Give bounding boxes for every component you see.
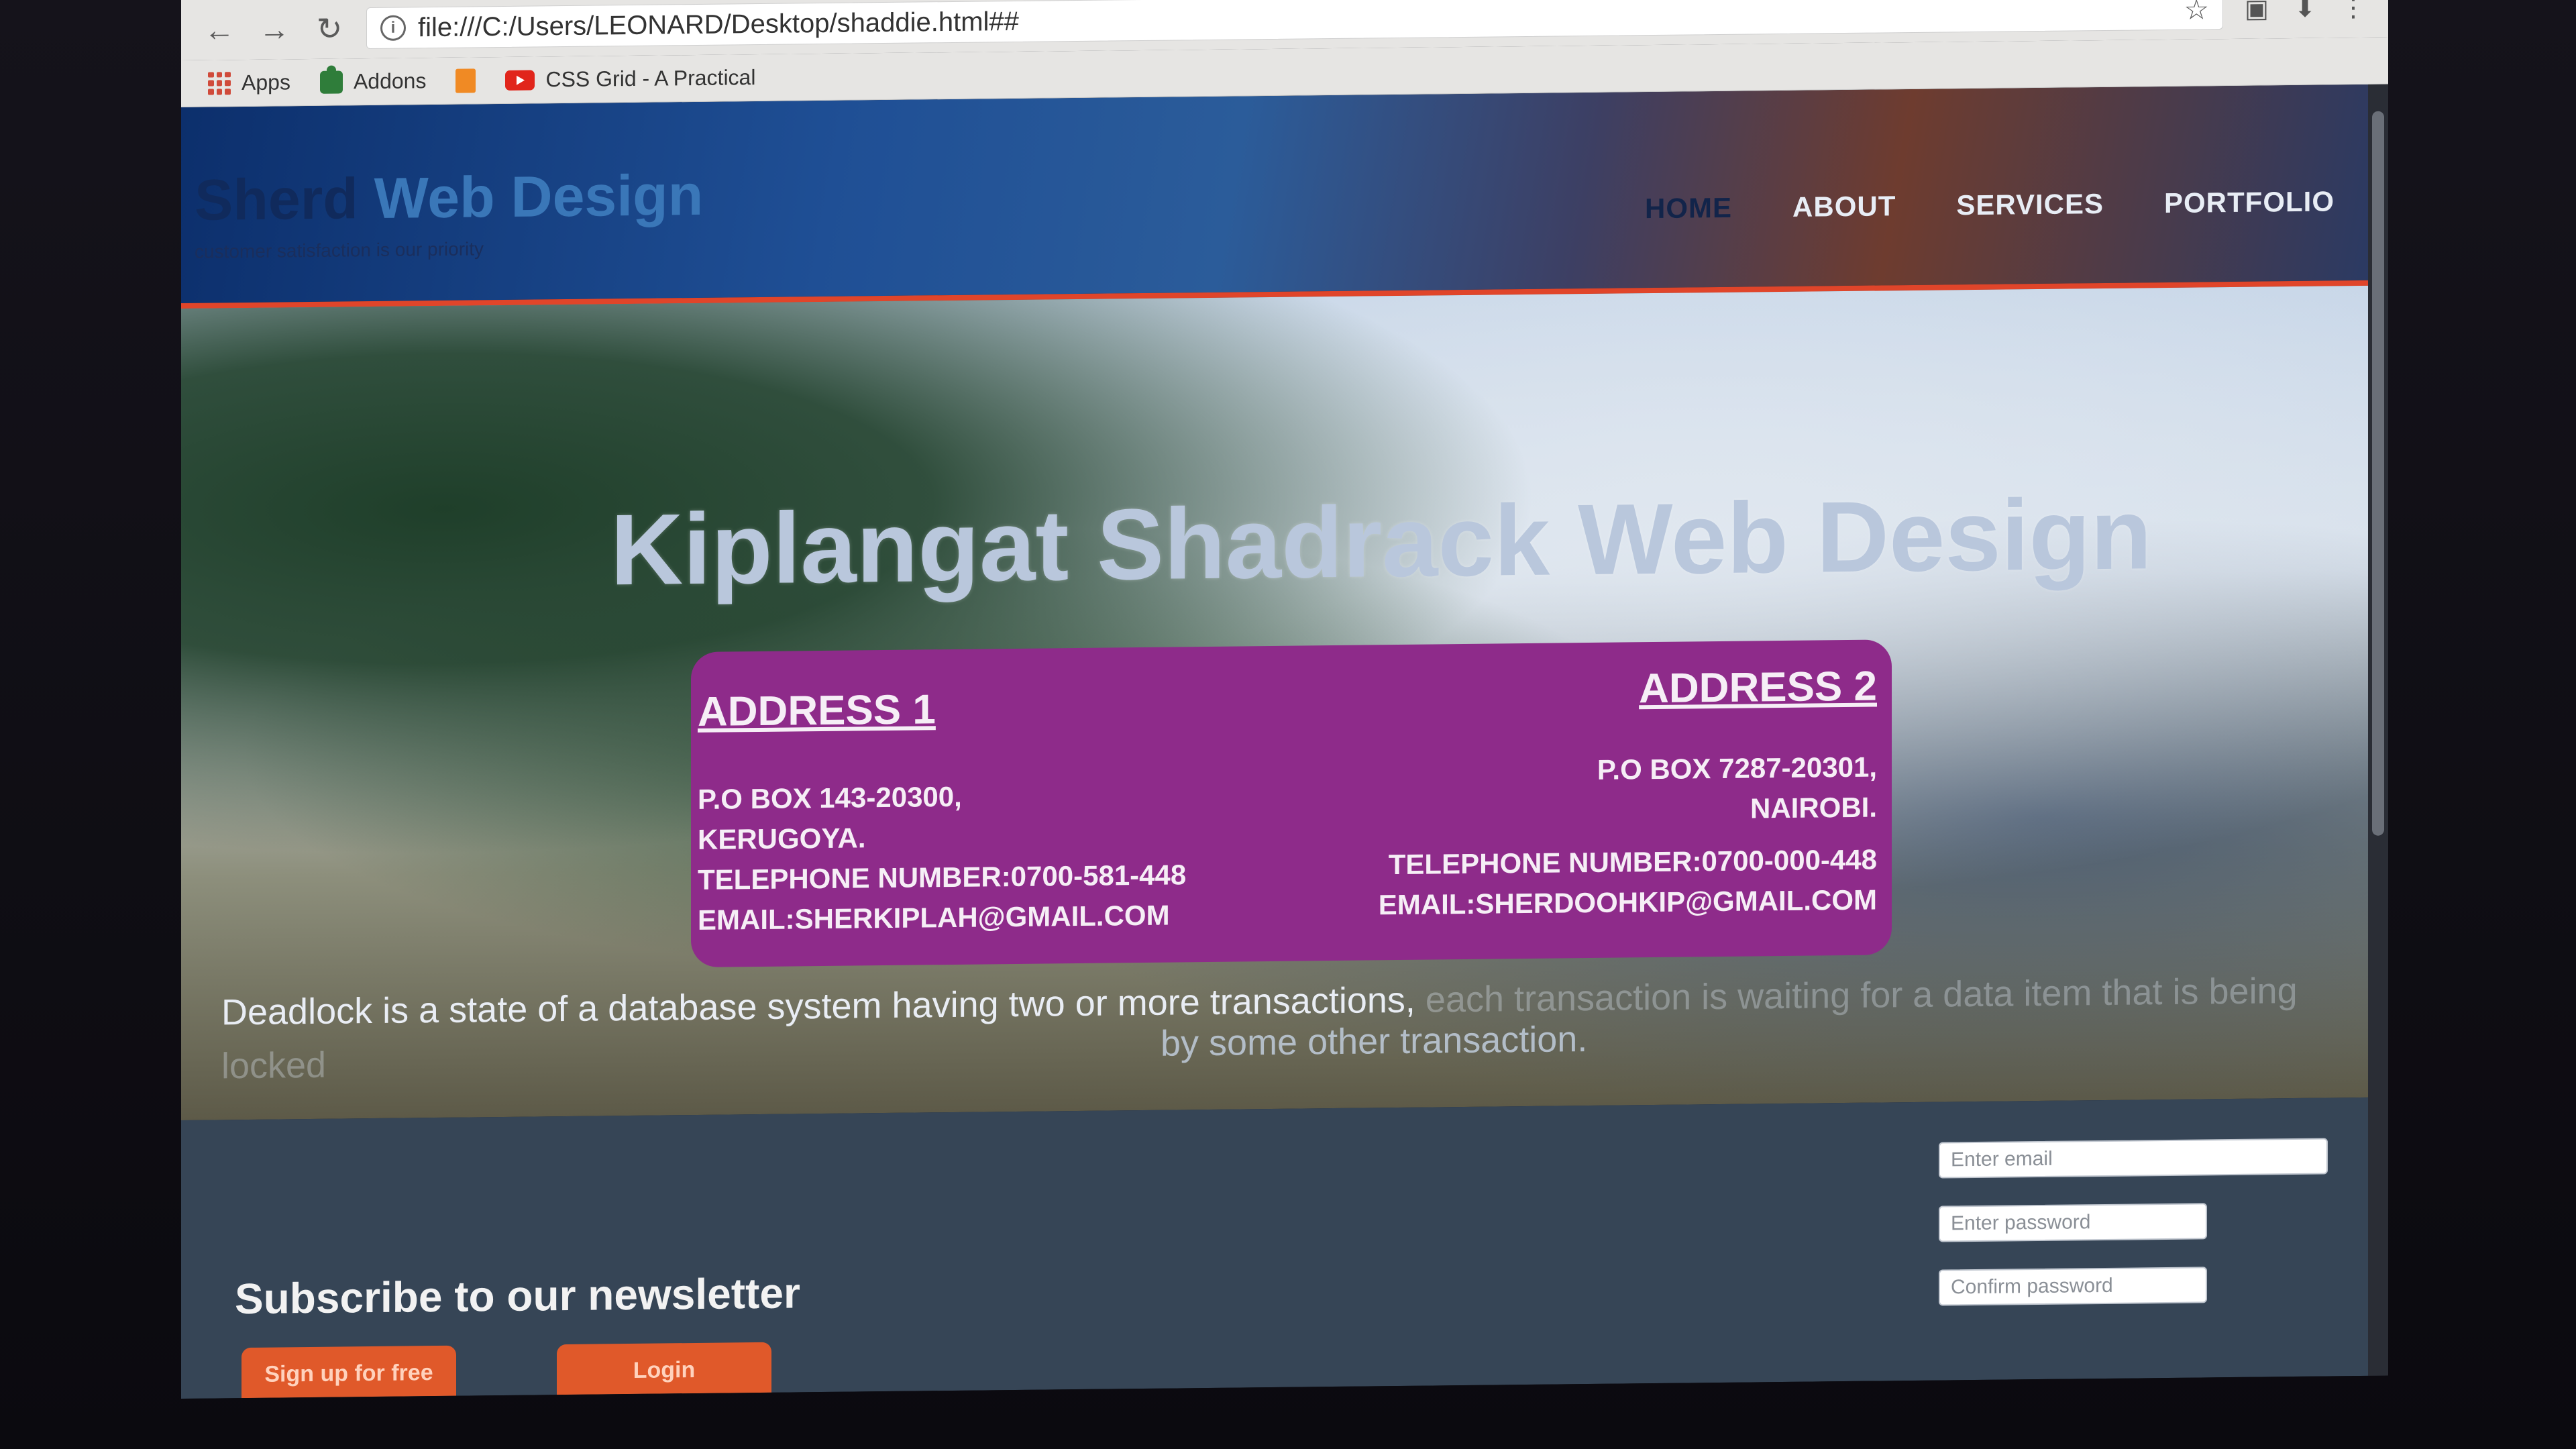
screen: ← → ↻ i file:///C:/Users/LEONARD/Desktop…: [181, 0, 2388, 1399]
monitor-bezel: ← → ↻ i file:///C:/Users/LEONARD/Desktop…: [0, 0, 2576, 1449]
nav-services[interactable]: SERVICES: [1956, 188, 2104, 221]
brand-prefix: Sherd: [195, 166, 358, 233]
bookmark-apps[interactable]: Apps: [208, 70, 290, 95]
reload-icon[interactable]: ↻: [311, 10, 347, 47]
signup-button[interactable]: Sign up for free: [241, 1345, 456, 1399]
bookmark-folder[interactable]: [455, 68, 476, 93]
address-2-phone: TELEPHONE NUMBER:0700-000-448: [1388, 843, 1877, 881]
address-2-town: NAIROBI.: [1750, 791, 1877, 824]
confirm-password-input[interactable]: [1939, 1267, 2207, 1306]
address-2-heading: ADDRESS 2: [1639, 663, 1877, 712]
address-1-box: P.O BOX 143-20300,: [698, 780, 962, 815]
newsletter-section: Subscribe to our newsletter Sign up for …: [181, 1097, 2368, 1399]
bookmark-star-icon[interactable]: ☆: [2184, 0, 2209, 25]
email-input[interactable]: [1939, 1138, 2328, 1179]
site-nav: HOME ABOUT SERVICES PORTFOLIO: [1645, 185, 2334, 225]
address-1-phone: TELEPHONE NUMBER:0700-581-448: [698, 859, 1187, 896]
back-arrow-icon[interactable]: ←: [201, 11, 237, 48]
site-brand[interactable]: Sherd Web Design: [195, 162, 703, 234]
nav-portfolio[interactable]: PORTFOLIO: [2164, 185, 2334, 219]
address-1-town: KERUGOYA.: [698, 822, 866, 855]
address-2-email: EMAIL:SHERDOOHKIP@GMAIL.COM: [1378, 883, 1877, 921]
site-header: Sherd Web Design customer satisfaction i…: [181, 84, 2368, 309]
site-tagline: customer satisfaction is our priority: [195, 238, 484, 262]
hero-paragraph-line2: by some other transaction.: [1161, 1019, 1588, 1064]
page-viewport: Sherd Web Design customer satisfaction i…: [181, 84, 2368, 1399]
bookmark-addons[interactable]: Addons: [319, 68, 427, 95]
apps-grid-icon: [208, 71, 231, 95]
url-text[interactable]: file:///C:/Users/LEONARD/Desktop/shaddie…: [418, 0, 2171, 43]
address-1-heading: ADDRESS 1: [698, 686, 936, 735]
brand-suffix: Web Design: [358, 162, 704, 231]
page-scrollbar[interactable]: [2368, 84, 2388, 1376]
bookmark-folder-icon: [455, 68, 476, 93]
bookmark-css-grid[interactable]: CSS Grid - A Practical: [505, 65, 755, 93]
login-button[interactable]: Login: [557, 1342, 771, 1399]
nav-home[interactable]: HOME: [1645, 192, 1732, 225]
address-1: ADDRESS 1 P.O BOX 143-20300, KERUGOYA. T…: [698, 686, 1187, 941]
password-input[interactable]: [1939, 1203, 2207, 1242]
puzzle-icon: [319, 70, 343, 94]
youtube-icon: [505, 69, 535, 91]
menu-dots-icon[interactable]: ⋮: [2339, 0, 2368, 22]
newsletter-title: Subscribe to our newsletter: [235, 1269, 800, 1324]
bookmark-label: CSS Grid - A Practical: [545, 65, 756, 92]
scrollbar-thumb[interactable]: [2372, 111, 2384, 836]
info-icon[interactable]: i: [380, 15, 406, 41]
forward-arrow-icon[interactable]: →: [256, 11, 292, 48]
bookmark-label: Apps: [241, 70, 290, 95]
download-icon[interactable]: ⬇: [2290, 0, 2320, 23]
hero-title: Kiplangat Shadrack Web Design: [610, 477, 2152, 606]
hero-section: Kiplangat Shadrack Web Design ADDRESS 1 …: [181, 285, 2368, 1120]
address-2: ADDRESS 2 P.O BOX 7287-20301, NAIROBI. T…: [1378, 663, 1877, 926]
bookmark-label: Addons: [353, 68, 427, 94]
address-1-email: EMAIL:SHERKIPLAH@GMAIL.COM: [698, 899, 1170, 936]
nav-about[interactable]: ABOUT: [1792, 190, 1896, 223]
extension-icon[interactable]: ▣: [2242, 0, 2271, 23]
address-card: ADDRESS 1 P.O BOX 143-20300, KERUGOYA. T…: [691, 639, 1892, 968]
address-2-box: P.O BOX 7287-20301,: [1597, 751, 1877, 786]
